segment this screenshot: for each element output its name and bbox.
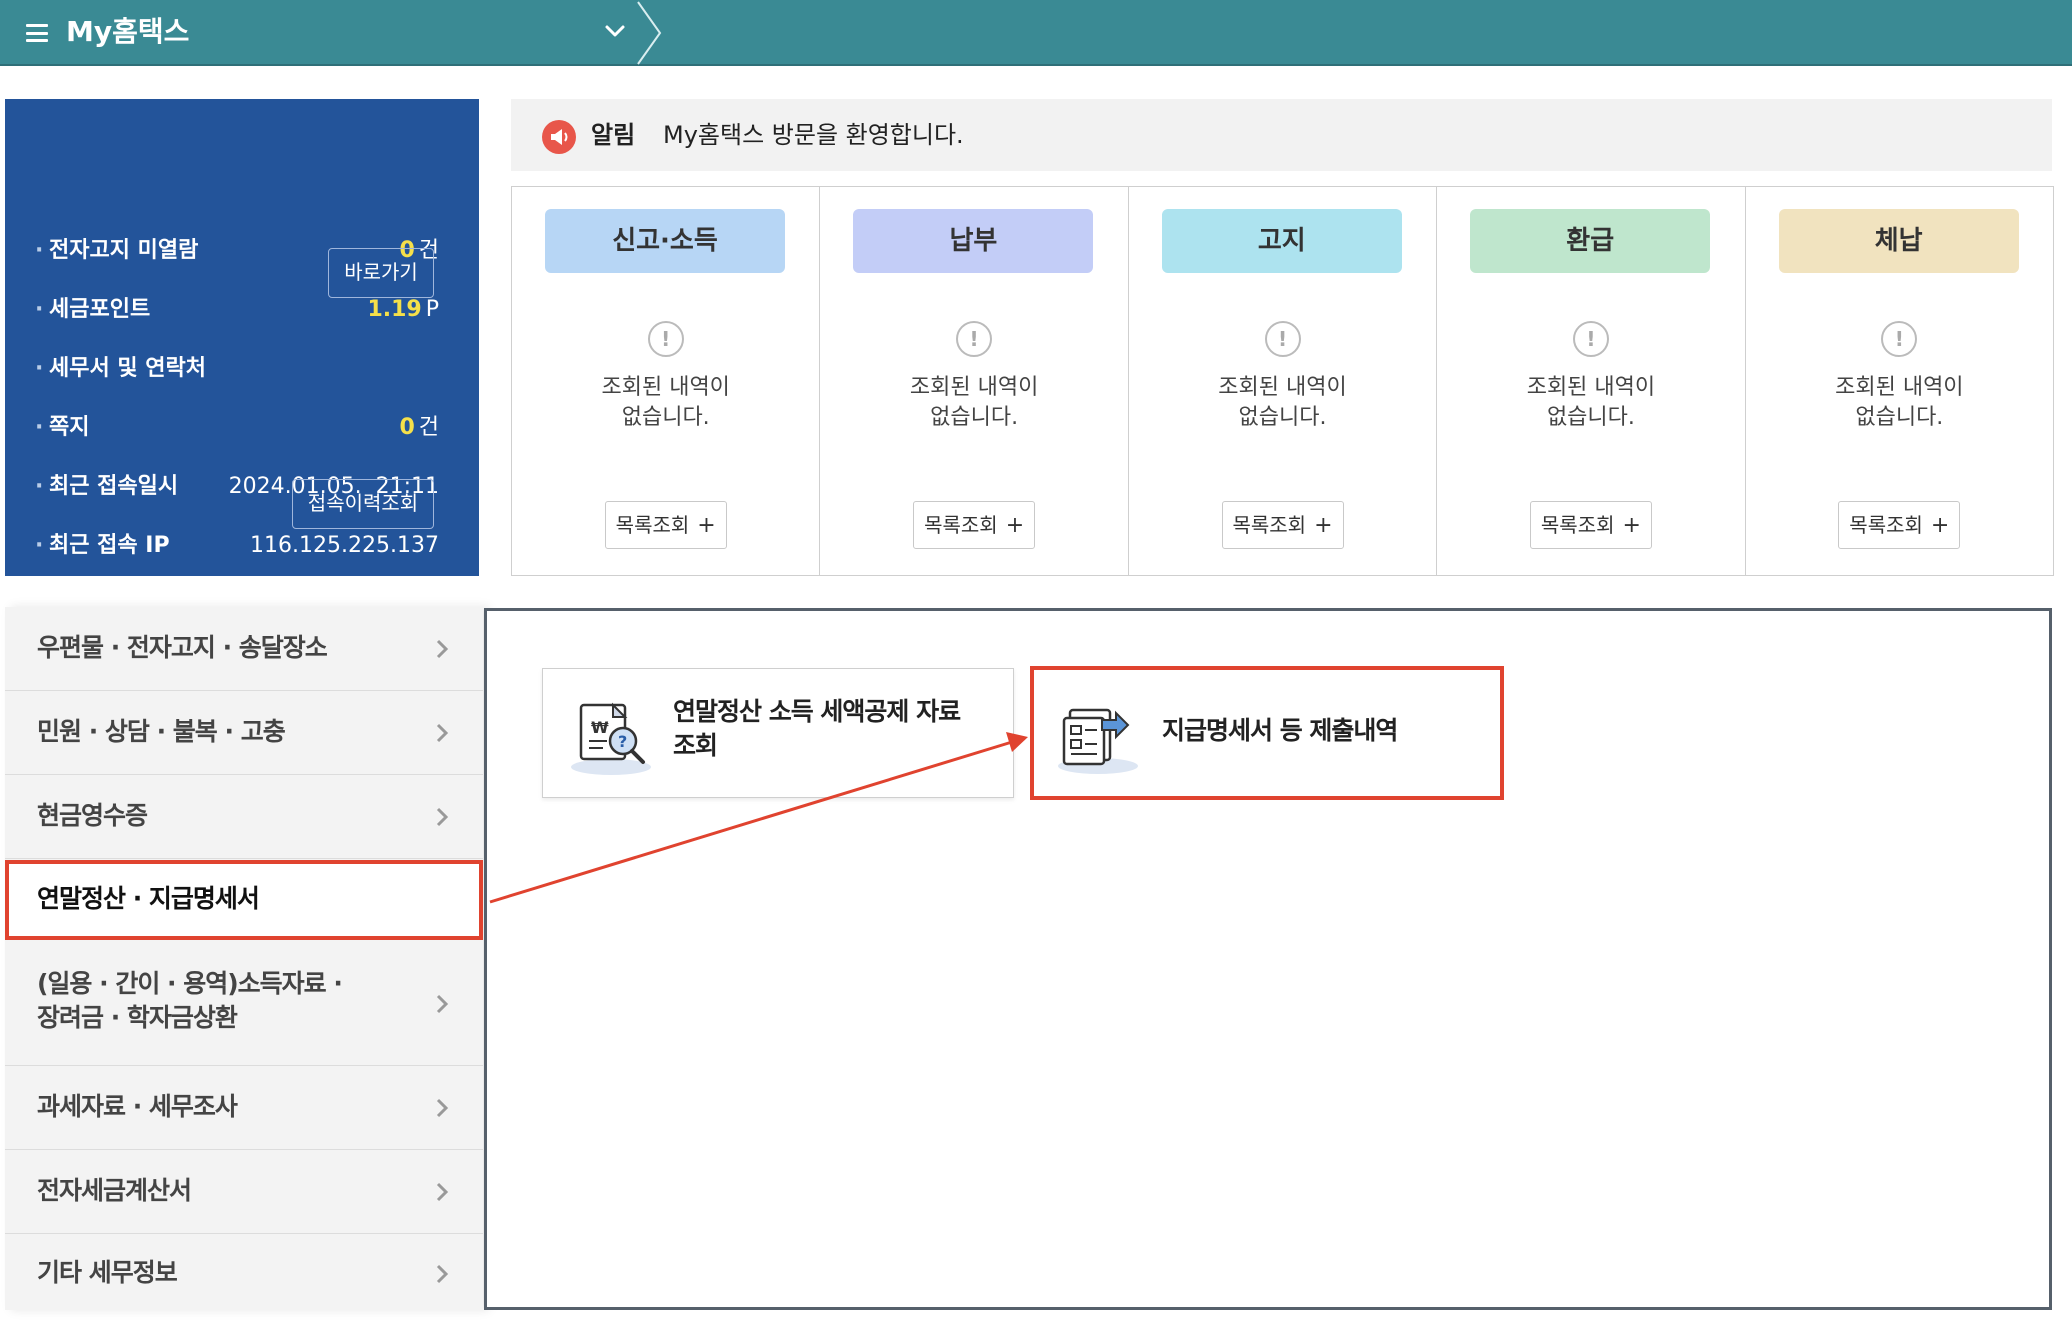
info-value: 116.125.225.137	[250, 533, 439, 558]
chevron-right-icon	[436, 994, 449, 1014]
menu-item-label: 전자세금계산서	[37, 1176, 192, 1205]
breadcrumb-separator-icon	[637, 1, 662, 65]
empty-message: 조회된 내역이 없습니다.	[909, 375, 1039, 430]
info-row-messages[interactable]: 쪽지 0건	[5, 400, 479, 456]
alert-icon: !	[647, 321, 684, 357]
tile-label: 연말정산 소득 세액공제 자료 조회	[673, 697, 961, 760]
menu-item-label: 기타 세무정보	[37, 1258, 178, 1287]
menu-item-income-data[interactable]: (일용 · 간이 · 용역)소득자료 · 장려금 · 학자금상환	[5, 941, 483, 1066]
page-title: My홈택스	[66, 15, 190, 48]
chevron-right-icon	[436, 807, 449, 827]
card-title[interactable]: 환급	[1470, 209, 1711, 273]
chevron-right-icon	[436, 1098, 449, 1118]
menu-item-label: (일용 · 간이 · 용역)소득자료 · 장려금 · 학자금상환	[37, 969, 343, 1032]
access-history-button[interactable]: 접속이력조회	[292, 479, 434, 529]
notice-bar: 알림 My홈택스 방문을 환영합니다.	[511, 99, 2052, 171]
menu-icon[interactable]	[26, 20, 48, 46]
plus-icon: +	[1930, 513, 1950, 538]
menu-item-label: 우편물 · 전자고지 · 송달장소	[37, 633, 328, 662]
user-info-panel: 전자고지 미열람 0건 세금포인트 1.19P 세무서 및 연락처 바로가기 쪽…	[5, 99, 479, 576]
chevron-right-icon	[436, 1264, 449, 1284]
plus-icon: +	[1622, 513, 1641, 538]
card-title[interactable]: 납부	[853, 209, 1094, 273]
card-title[interactable]: 체납	[1778, 209, 2019, 273]
info-label: 세금포인트	[35, 294, 150, 326]
list-view-button[interactable]: 목록조회 +	[913, 501, 1036, 549]
info-label: 세무서 및 연락처	[35, 353, 206, 385]
card-refund: 환급 ! 조회된 내역이 없습니다. 목록조회 +	[1437, 187, 1746, 575]
card-payment: 납부 ! 조회된 내역이 없습니다. 목록조회 +	[820, 187, 1129, 575]
plus-icon: +	[1314, 513, 1333, 538]
list-view-button[interactable]: 목록조회 +	[604, 501, 727, 549]
alert-icon: !	[1881, 321, 1918, 357]
alert-icon: !	[956, 321, 993, 357]
tax-search-icon: ₩ ?	[571, 702, 651, 775]
svg-text:₩: ₩	[591, 718, 609, 737]
info-label: 최근 접속 IP	[35, 530, 170, 562]
info-value: 0건	[399, 415, 439, 440]
menu-item-label: 연말정산 · 지급명세서	[37, 884, 260, 913]
megaphone-icon	[542, 120, 576, 154]
notice-tag: 알림	[591, 121, 636, 149]
info-label: 전자고지 미열람	[35, 235, 198, 267]
list-view-button[interactable]: 목록조회 +	[1221, 501, 1344, 549]
alert-icon: !	[1572, 321, 1609, 357]
chevron-right-icon	[436, 639, 449, 659]
chevron-right-icon	[436, 1182, 449, 1202]
tile-payment-statement-submissions[interactable]: 지급명세서 등 제출내역	[1030, 666, 1504, 800]
card-title[interactable]: 고지	[1161, 209, 1402, 273]
notice-message: My홈택스 방문을 환영합니다.	[663, 121, 964, 149]
menu-item-cash-receipt[interactable]: 현금영수증	[5, 775, 483, 859]
info-value: 1.19 P	[367, 297, 439, 322]
side-menu: 우편물 · 전자고지 · 송달장소 민원 · 상담 · 불복 · 고충 현금영수…	[5, 607, 483, 1310]
menu-item-mail-notice[interactable]: 우편물 · 전자고지 · 송달장소	[5, 607, 483, 691]
menu-item-e-tax-invoice[interactable]: 전자세금계산서	[5, 1150, 483, 1234]
shortcut-button[interactable]: 바로가기	[328, 248, 434, 298]
chevron-right-icon	[436, 723, 449, 743]
list-view-button[interactable]: 목록조회 +	[1838, 501, 1961, 549]
menu-item-label: 과세자료 · 세무조사	[37, 1092, 238, 1121]
info-label: 최근 접속일시	[35, 471, 178, 503]
svg-text:?: ?	[618, 732, 627, 751]
chevron-down-icon[interactable]	[602, 18, 628, 44]
menu-item-other-tax-info[interactable]: 기타 세무정보	[5, 1234, 483, 1310]
plus-icon: +	[1005, 513, 1025, 538]
empty-message: 조회된 내역이 없습니다.	[1218, 375, 1347, 430]
alert-icon: !	[1264, 321, 1301, 357]
menu-item-year-end-settlement[interactable]: 연말정산 · 지급명세서	[5, 860, 483, 940]
menu-item-tax-audit[interactable]: 과세자료 · 세무조사	[5, 1066, 483, 1150]
card-filing-income: 신고·소득 ! 조회된 내역이 없습니다. 목록조회 +	[512, 187, 821, 575]
empty-message: 조회된 내역이 없습니다.	[1835, 375, 1964, 430]
tile-deduction-data-lookup[interactable]: ₩ ? 연말정산 소득 세액공제 자료 조회	[542, 668, 1014, 798]
empty-message: 조회된 내역이 없습니다.	[1526, 375, 1656, 430]
menu-item-label: 현금영수증	[37, 801, 148, 830]
empty-message: 조회된 내역이 없습니다.	[601, 375, 730, 430]
menu-item-civil-complaint[interactable]: 민원 · 상담 · 불복 · 고충	[5, 691, 483, 775]
menu-item-label: 민원 · 상담 · 불복 · 고충	[37, 717, 286, 746]
list-view-button[interactable]: 목록조회 +	[1529, 501, 1652, 549]
info-row-tax-office: 세무서 및 연락처	[5, 341, 479, 397]
card-arrears: 체납 ! 조회된 내역이 없습니다. 목록조회 +	[1746, 187, 2053, 575]
info-label: 쪽지	[35, 412, 90, 444]
card-title[interactable]: 신고·소득	[545, 209, 785, 273]
document-submit-icon	[1058, 708, 1138, 774]
tile-label: 지급명세서 등 제출내역	[1162, 716, 1398, 745]
top-bar: My홈택스	[0, 0, 2072, 66]
status-cards: 신고·소득 ! 조회된 내역이 없습니다. 목록조회 + 납부 ! 조회된 내역이…	[511, 186, 2054, 576]
card-notice: 고지 ! 조회된 내역이 없습니다. 목록조회 +	[1129, 187, 1438, 575]
plus-icon: +	[697, 513, 716, 538]
